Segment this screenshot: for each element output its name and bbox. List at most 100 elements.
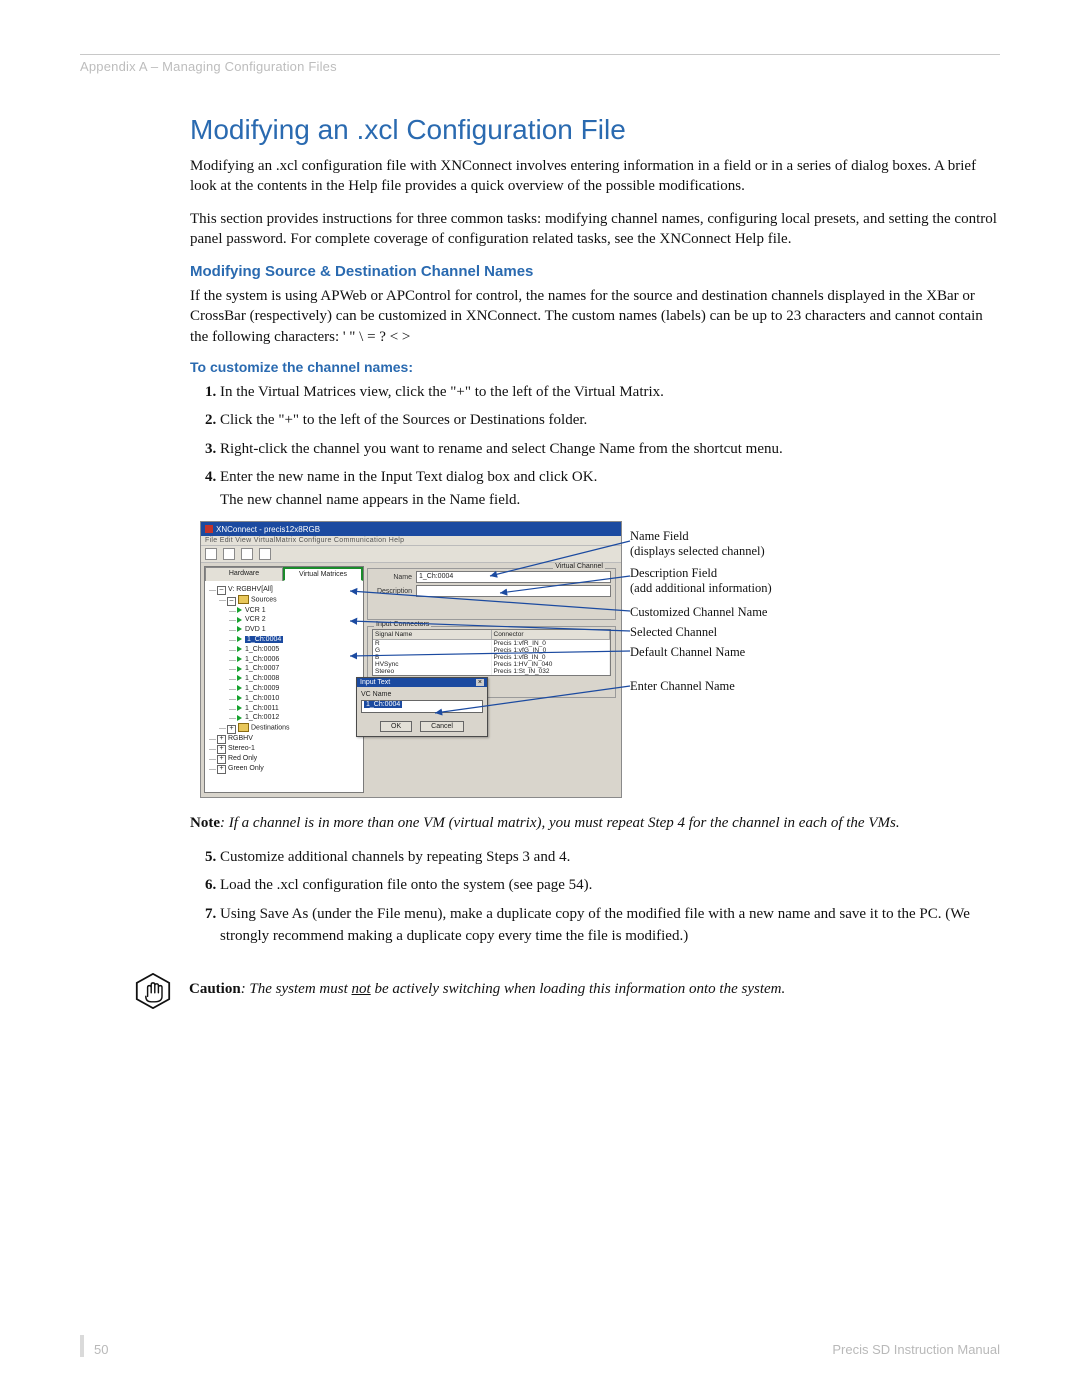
toolbar[interactable] bbox=[201, 545, 621, 563]
window-titlebar: XNConnect - precis12x8RGB bbox=[201, 522, 621, 536]
step-item: Using Save As (under the File menu), mak… bbox=[220, 903, 1000, 948]
callout-text: Customized Channel Name bbox=[630, 605, 767, 619]
steps-list-b: Customize additional channels by repeati… bbox=[190, 846, 1000, 948]
figure-xnconnect-screenshot: XNConnect - precis12x8RGB File Edit View… bbox=[190, 521, 1000, 801]
toolbar-button[interactable] bbox=[241, 548, 253, 560]
arrow-icon bbox=[237, 675, 242, 681]
tab-hardware[interactable]: Hardware bbox=[205, 567, 283, 581]
groupbox-title: Input Connectors bbox=[374, 621, 431, 628]
arrow-icon bbox=[237, 685, 242, 691]
tree-sources[interactable]: Sources bbox=[251, 597, 277, 604]
arrow-icon bbox=[237, 656, 242, 662]
arrow-icon bbox=[237, 666, 242, 672]
footer-manual-title: Precis SD Instruction Manual bbox=[832, 1342, 1000, 1357]
tree-item[interactable]: 1_Ch:0008 bbox=[245, 675, 279, 682]
page-header: Appendix A – Managing Configuration File… bbox=[80, 59, 1000, 74]
menu-bar[interactable]: File Edit View VirtualMatrix Configure C… bbox=[201, 536, 621, 545]
tree-other[interactable]: RGBHV bbox=[228, 735, 253, 742]
expand-icon[interactable]: + bbox=[217, 735, 226, 744]
folder-icon bbox=[238, 595, 249, 604]
tree-other[interactable]: Red Only bbox=[228, 755, 257, 762]
app-window: XNConnect - precis12x8RGB File Edit View… bbox=[200, 521, 622, 798]
th-signal: Signal Name bbox=[373, 630, 492, 639]
cell: Precis 1:HV_IN_040 bbox=[492, 661, 611, 668]
tree-view[interactable]: –V: RGBHV[All] –Sources VCR 1 VCR 2 DVD … bbox=[205, 581, 363, 777]
arrow-icon bbox=[237, 636, 242, 642]
arrow-icon bbox=[237, 646, 242, 652]
step-item: Customize additional channels by repeati… bbox=[220, 846, 1000, 869]
tree-item[interactable]: 1_Ch:0006 bbox=[245, 656, 279, 663]
arrow-icon bbox=[237, 607, 242, 613]
tree-other[interactable]: Green Only bbox=[228, 765, 264, 772]
section-heading-modify-names: Modifying Source & Destination Channel N… bbox=[190, 263, 1000, 280]
close-icon[interactable]: × bbox=[476, 679, 484, 686]
ok-button[interactable]: OK bbox=[380, 721, 412, 732]
dialog-label: VC Name bbox=[361, 691, 483, 698]
tree-item[interactable]: VCR 2 bbox=[245, 616, 266, 623]
expand-icon[interactable]: – bbox=[217, 586, 226, 595]
caution-text: Caution: The system must not be actively… bbox=[189, 979, 785, 999]
window-title: XNConnect - precis12x8RGB bbox=[216, 525, 320, 534]
arrow-icon bbox=[237, 715, 242, 721]
tree-item[interactable]: 1_Ch:0007 bbox=[245, 665, 279, 672]
callout-text: Selected Channel bbox=[630, 625, 717, 639]
description-field[interactable] bbox=[416, 585, 611, 597]
callout-text: (displays selected channel) bbox=[630, 544, 765, 558]
toolbar-button[interactable] bbox=[259, 548, 271, 560]
intro-para-1: Modifying an .xcl configuration file wit… bbox=[190, 156, 1000, 197]
section-para: If the system is using APWeb or APContro… bbox=[190, 286, 1000, 347]
tree-item[interactable]: 1_Ch:0005 bbox=[245, 646, 279, 653]
arrow-icon bbox=[237, 617, 242, 623]
cell: Precis 1:vfR_IN_0 bbox=[492, 640, 611, 647]
tree-other[interactable]: Stereo-1 bbox=[228, 745, 255, 752]
tree-item[interactable]: 1_Ch:0012 bbox=[245, 714, 279, 721]
step-item: Right-click the channel you want to rena… bbox=[220, 438, 1000, 461]
caution-hand-icon bbox=[135, 973, 171, 1009]
name-label: Name bbox=[372, 574, 412, 581]
expand-icon[interactable]: – bbox=[227, 597, 236, 606]
tree-destinations[interactable]: Destinations bbox=[251, 725, 290, 732]
expand-icon[interactable]: + bbox=[217, 745, 226, 754]
note-text: Note: If a channel is in more than one V… bbox=[190, 813, 1000, 833]
cell: Precis 1:St_IN_032 bbox=[492, 668, 611, 675]
app-icon bbox=[205, 525, 213, 533]
tree-item[interactable]: VCR 1 bbox=[245, 607, 266, 614]
dialog-title: Input Text bbox=[360, 679, 390, 686]
cell: Stereo bbox=[373, 668, 492, 675]
step-item: Load the .xcl configuration file onto th… bbox=[220, 874, 1000, 897]
intro-para-2: This section provides instructions for t… bbox=[190, 209, 1000, 250]
expand-icon[interactable]: + bbox=[227, 725, 236, 734]
instruction-heading: To customize the channel names: bbox=[190, 359, 1000, 375]
tree-root[interactable]: V: RGBHV[All] bbox=[228, 586, 273, 593]
step-item: Click the "+" to the left of the Sources… bbox=[220, 409, 1000, 432]
callout-text: Default Channel Name bbox=[630, 645, 745, 659]
cell: Precis 1:vfB_IN_0 bbox=[492, 654, 611, 661]
page-number: 50 bbox=[94, 1342, 108, 1357]
callout-text: Name Field bbox=[630, 529, 689, 543]
tree-item[interactable]: 1_Ch:0011 bbox=[245, 705, 279, 712]
tree-item[interactable]: 1_Ch:0010 bbox=[245, 695, 279, 702]
callout-text: (add additional information) bbox=[630, 581, 772, 595]
dialog-input[interactable]: 1_Ch:0004 bbox=[361, 700, 483, 713]
cell: B bbox=[373, 654, 492, 661]
cell: Precis 1:vfG_IN_0 bbox=[492, 647, 611, 654]
expand-icon[interactable]: + bbox=[217, 755, 226, 764]
th-connector: Connector bbox=[492, 630, 611, 639]
expand-icon[interactable]: + bbox=[217, 765, 226, 774]
cell: HVSync bbox=[373, 661, 492, 668]
callout-text: Description Field bbox=[630, 566, 717, 580]
steps-list-a: In the Virtual Matrices view, click the … bbox=[190, 381, 1000, 512]
groupbox-title: Virtual Channel bbox=[553, 563, 605, 570]
input-text-dialog: Input Text × VC Name 1_Ch:0004 OK Cancel bbox=[356, 677, 488, 737]
cancel-button[interactable]: Cancel bbox=[420, 721, 464, 732]
tree-item-selected[interactable]: 1_Ch:0004 bbox=[245, 636, 283, 643]
step-item: In the Virtual Matrices view, click the … bbox=[220, 381, 1000, 404]
toolbar-button[interactable] bbox=[205, 548, 217, 560]
name-field[interactable]: 1_Ch:0004 bbox=[416, 571, 611, 583]
tab-virtual-matrices[interactable]: Virtual Matrices bbox=[283, 567, 363, 581]
cell: R bbox=[373, 640, 492, 647]
tree-item[interactable]: 1_Ch:0009 bbox=[245, 685, 279, 692]
tree-item[interactable]: DVD 1 bbox=[245, 626, 266, 633]
step-item: Enter the new name in the Input Text dia… bbox=[220, 466, 1000, 511]
toolbar-button[interactable] bbox=[223, 548, 235, 560]
